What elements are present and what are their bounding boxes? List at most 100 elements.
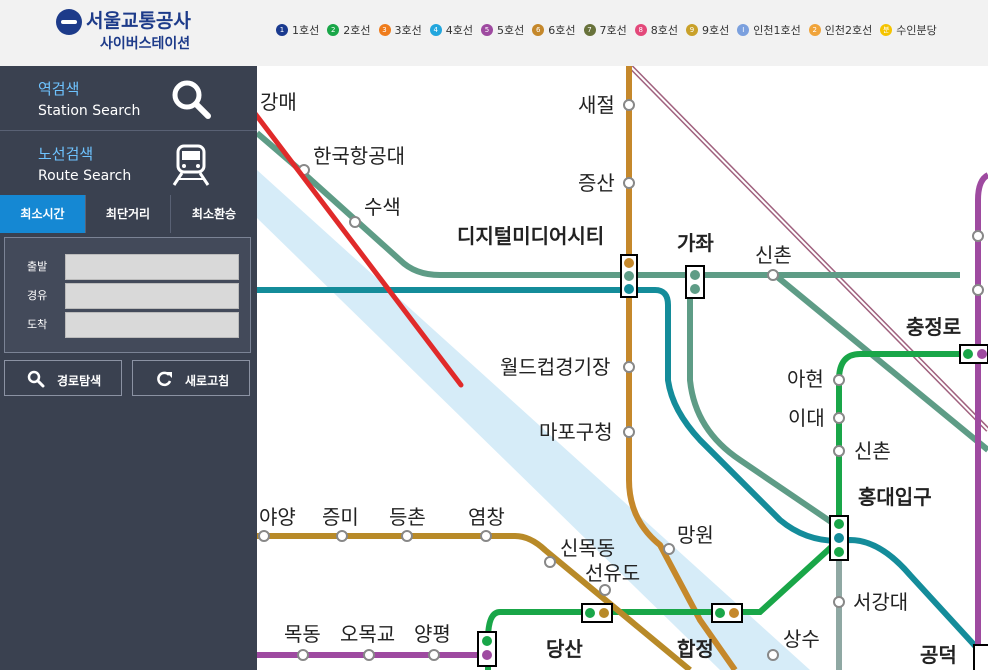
departure-label: 출발 <box>27 260 48 273</box>
legend-line-7[interactable]: 8 8호선 <box>634 22 678 38</box>
route-option-tabs: 최소시간 최단거리 최소환승 <box>0 195 257 233</box>
line-number-badge: 9 <box>686 24 698 36</box>
station-hongik[interactable]: 홍대입구 <box>858 485 932 509</box>
legend-line-2[interactable]: 3 3호선 <box>378 22 422 38</box>
tab-min-transfer[interactable]: 최소환승 <box>171 195 257 233</box>
station-ahyeon[interactable]: 아현 <box>787 367 824 391</box>
station-deungchon[interactable]: 등촌 <box>389 505 426 529</box>
via-label: 경유 <box>27 289 48 302</box>
station-hanguk[interactable]: 한국항공대 <box>313 144 405 168</box>
subway-map[interactable]: 강매 한국항공대 수색 디지털미디어시티 가좌 신촌 새절 증산 월드컵경기장 … <box>257 66 988 670</box>
station-yeomchang[interactable]: 염창 <box>468 505 505 529</box>
line-number-badge: 7 <box>583 24 596 36</box>
refresh-label: 새로고침 <box>185 374 230 388</box>
station-sinmokdong[interactable]: 신목동 <box>560 536 615 560</box>
station-dmc[interactable]: 디지털미디어시티 <box>457 224 604 248</box>
refresh-icon <box>157 371 172 387</box>
station-yang[interactable]: 야양 <box>259 505 296 529</box>
station-search-button[interactable]: 역검색 Station Search <box>0 66 257 131</box>
station-jeungsan[interactable]: 증산 <box>578 171 615 195</box>
legend-line-10[interactable]: 2 인천2호선 <box>808 22 873 38</box>
legend-line-8[interactable]: 9 9호선 <box>686 22 729 38</box>
station-mokdong[interactable]: 목동 <box>284 622 321 646</box>
legend-line-label: 2호선 <box>343 24 371 37</box>
line-number-badge: 3 <box>378 24 391 36</box>
line-number-badge: 1 <box>276 24 288 36</box>
legend-line-label: 수인분당 <box>896 24 937 37</box>
station-chungjeongno[interactable]: 충정로 <box>906 315 961 339</box>
line-number-badge: 6 <box>532 24 545 36</box>
station-mangwon[interactable]: 망원 <box>677 523 714 547</box>
legend-line-label: 인천2호선 <box>824 24 873 37</box>
seoul-metro-logo-icon <box>56 9 82 35</box>
station-gajwa[interactable]: 가좌 <box>677 231 714 255</box>
route-input-panel: 출발 경유 도착 <box>4 237 251 353</box>
station-search-en: Station Search <box>38 103 141 119</box>
station-seogang[interactable]: 서강대 <box>853 590 908 614</box>
legend-line-label: 4호선 <box>445 24 473 37</box>
header-bar: 서울교통공사 사이버스테이션 1 1호선 2 2호선 3 3호선 4 4호선 5 5호선 6 6호선 7… <box>0 0 988 66</box>
search-icon <box>27 370 45 388</box>
seoul-metro-logo[interactable]: 서울교통공사 사이버스테이션 <box>56 6 206 56</box>
station-sinchon-gyeongui[interactable]: 신촌 <box>755 243 792 267</box>
line-legend: 1 1호선 2 2호선 3 3호선 4 4호선 5 5호선 6 6호선 7 7호선 8 8호선 9 9호선 I 인천1… <box>276 22 945 40</box>
legend-line-label: 9호선 <box>702 24 730 37</box>
station-omokgyo[interactable]: 오목교 <box>340 622 395 646</box>
station-dangsan[interactable]: 당산 <box>546 637 583 661</box>
departure-input[interactable] <box>65 254 239 280</box>
route-search-submit-button[interactable]: 경로탐색 <box>4 360 122 396</box>
route-search-ko: 노선검색 <box>38 145 94 163</box>
station-mapo-gu[interactable]: 마포구청 <box>539 420 613 444</box>
legend-line-3[interactable]: 4 4호선 <box>429 22 473 38</box>
station-jeungmi[interactable]: 증미 <box>322 505 359 529</box>
arrival-label: 도착 <box>27 318 48 331</box>
legend-line-5[interactable]: 6 6호선 <box>532 22 576 38</box>
sidebar: 역검색 Station Search 노선검색 Route Search 최소시… <box>0 66 257 670</box>
line-number-badge: 2 <box>327 24 340 36</box>
route-search-submit-label: 경로탐색 <box>57 374 102 388</box>
line-number-badge: 분 <box>880 24 893 36</box>
legend-line-label: 1호선 <box>292 24 320 37</box>
legend-line-label: 6호선 <box>548 24 576 37</box>
route-search-en: Route Search <box>38 168 132 184</box>
station-yangpyeong[interactable]: 양평 <box>414 622 451 646</box>
station-seonyudo[interactable]: 선유도 <box>585 561 640 585</box>
legend-line-11[interactable]: 분 수인분당 <box>880 22 937 38</box>
legend-line-label: 3호선 <box>394 24 422 37</box>
line-number-badge: I <box>737 24 750 36</box>
line-number-badge: 4 <box>429 24 442 36</box>
line-number-badge: 2 <box>808 24 821 36</box>
tab-min-time[interactable]: 최소시간 <box>0 195 86 233</box>
via-input[interactable] <box>65 283 239 309</box>
station-gongdeok[interactable]: 공덕 <box>920 643 957 667</box>
legend-line-4[interactable]: 5 5호선 <box>481 22 524 38</box>
refresh-button[interactable]: 새로고침 <box>132 360 250 396</box>
line-number-badge: 8 <box>634 24 647 36</box>
legend-line-label: 5호선 <box>497 24 525 37</box>
legend-line-label: 인천1호선 <box>753 24 801 37</box>
logo-subtitle: 사이버스테이션 <box>100 36 191 52</box>
station-sinchon-2[interactable]: 신촌 <box>854 439 891 463</box>
station-search-ko: 역검색 <box>38 80 80 98</box>
station-saejeol[interactable]: 새절 <box>578 93 615 117</box>
magnifier-icon <box>172 80 211 119</box>
station-hapjeong[interactable]: 합정 <box>677 637 714 661</box>
station-worldcup[interactable]: 월드컵경기장 <box>500 355 610 379</box>
station-gangmae[interactable]: 강매 <box>260 90 297 114</box>
legend-line-9[interactable]: I 인천1호선 <box>737 22 801 38</box>
legend-line-label: 8호선 <box>650 24 678 37</box>
station-idae[interactable]: 이대 <box>788 406 825 430</box>
station-sangsu[interactable]: 상수 <box>783 627 820 651</box>
train-icon <box>172 144 210 186</box>
legend-line-6[interactable]: 7 7호선 <box>583 22 627 38</box>
route-search-button[interactable]: 노선검색 Route Search <box>0 131 257 196</box>
station-susaek[interactable]: 수색 <box>364 195 401 219</box>
tab-shortest-distance[interactable]: 최단거리 <box>86 195 171 233</box>
arrival-input[interactable] <box>65 312 239 338</box>
logo-title: 서울교통공사 <box>86 10 191 32</box>
legend-line-label: 7호선 <box>599 24 627 37</box>
legend-line-0[interactable]: 1 1호선 <box>276 22 319 38</box>
legend-line-1[interactable]: 2 2호선 <box>327 22 371 38</box>
station-labels: 강매 한국항공대 수색 디지털미디어시티 가좌 신촌 새절 증산 월드컵경기장 … <box>259 90 961 667</box>
line-number-badge: 5 <box>481 24 493 36</box>
